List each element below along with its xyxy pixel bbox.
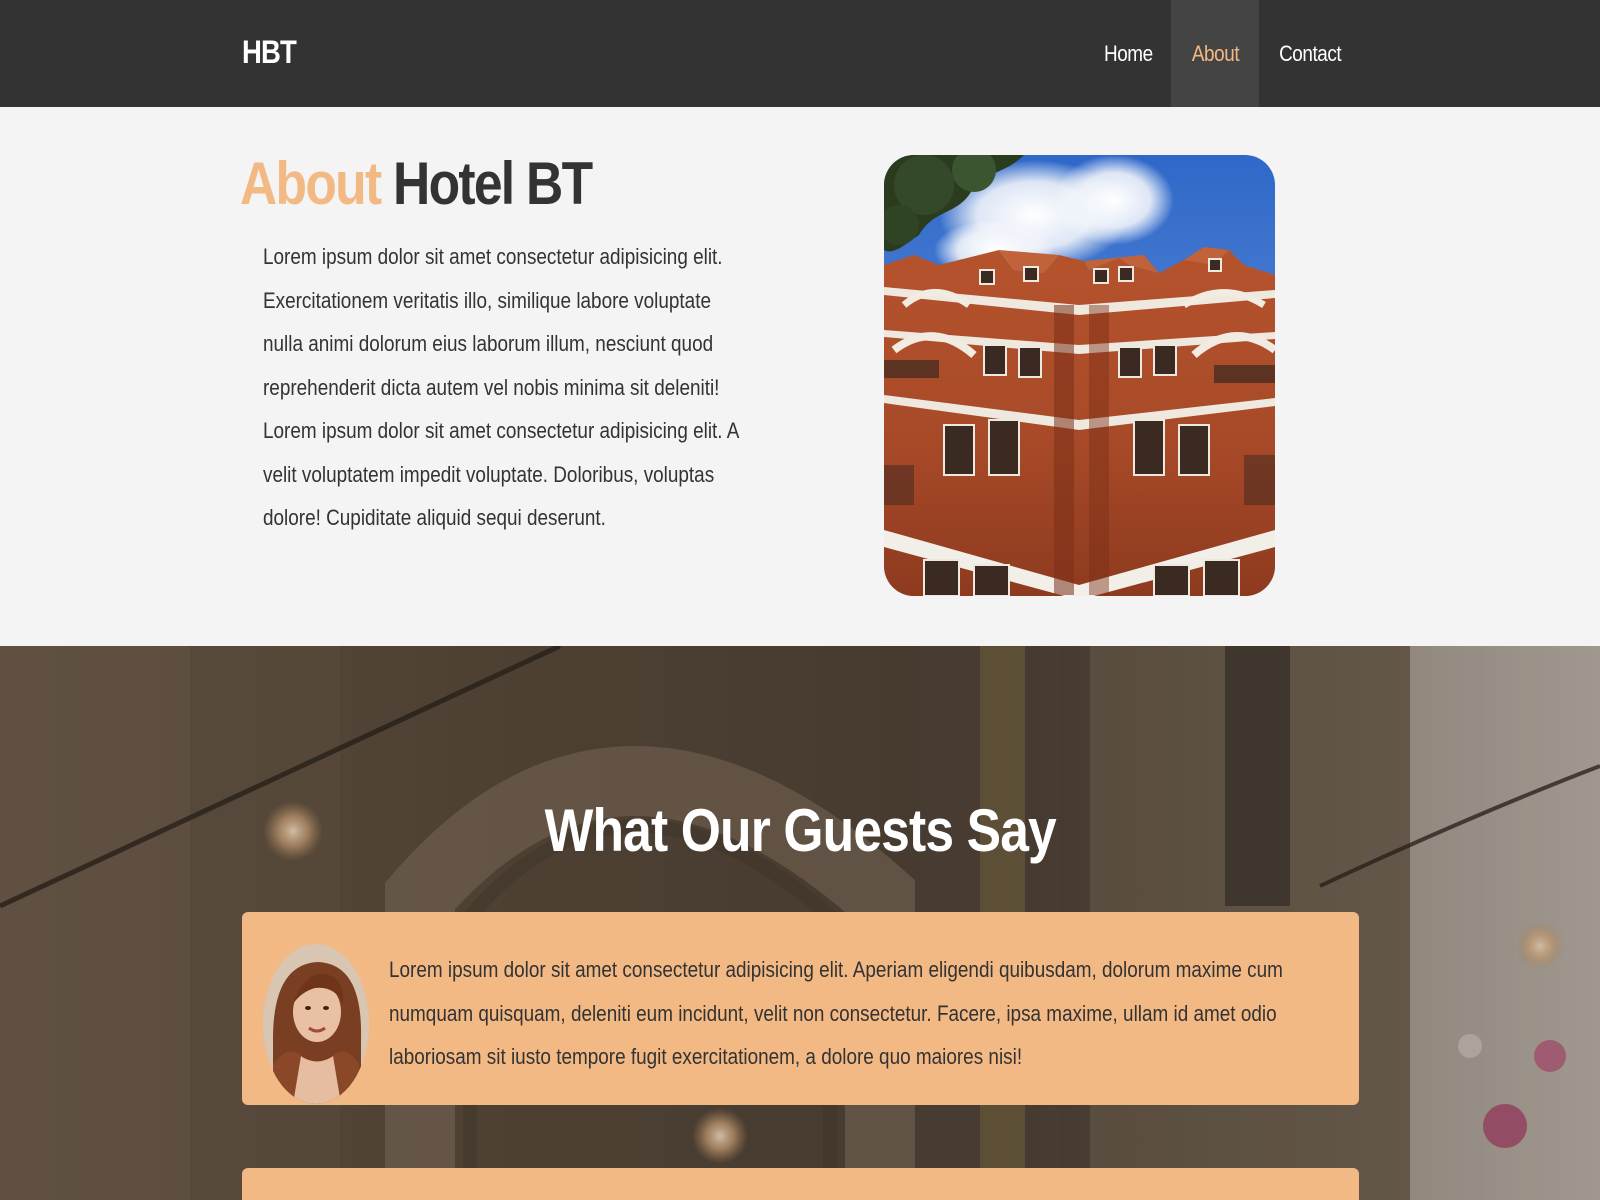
about-title-accent: About xyxy=(240,150,382,217)
about-title: About Hotel BT xyxy=(240,149,593,218)
nav-link-home-label: Home xyxy=(1103,40,1153,66)
testimonial-quote: Lorem ipsum dolor sit amet consectetur a… xyxy=(389,957,1283,1069)
testimonial-card-2 xyxy=(242,1168,1359,1200)
about-paragraph-2: Lorem ipsum dolor sit amet consectetur a… xyxy=(263,418,739,530)
about-section: About Hotel BT Lorem ipsum dolor sit ame… xyxy=(0,107,1600,646)
hotel-building-photo xyxy=(884,155,1275,596)
nav-link-about-label: About xyxy=(1191,40,1239,66)
about-title-rest: Hotel BT xyxy=(380,150,593,217)
testimonials-title: What Our Guests Say xyxy=(0,796,1600,865)
about-text: Lorem ipsum dolor sit amet consectetur a… xyxy=(263,235,745,540)
brand-logo[interactable]: HBT xyxy=(242,34,297,71)
about-paragraph-1: Lorem ipsum dolor sit amet consectetur a… xyxy=(263,244,723,400)
nav-link-home[interactable]: Home xyxy=(1094,0,1162,107)
testimonials-title-text: What Our Guests Say xyxy=(544,797,1056,864)
nav-link-contact-label: Contact xyxy=(1278,40,1342,66)
testimonial-card: Lorem ipsum dolor sit amet consectetur a… xyxy=(242,912,1359,1105)
nav-link-contact[interactable]: Contact xyxy=(1270,0,1350,107)
navbar: HBT Home About Contact xyxy=(0,0,1600,107)
nav-link-about[interactable]: About xyxy=(1171,0,1259,107)
testimonials-section: What Our Guests Say Lorem ipsum dolor si… xyxy=(0,646,1600,1200)
guest-avatar xyxy=(263,944,369,1104)
